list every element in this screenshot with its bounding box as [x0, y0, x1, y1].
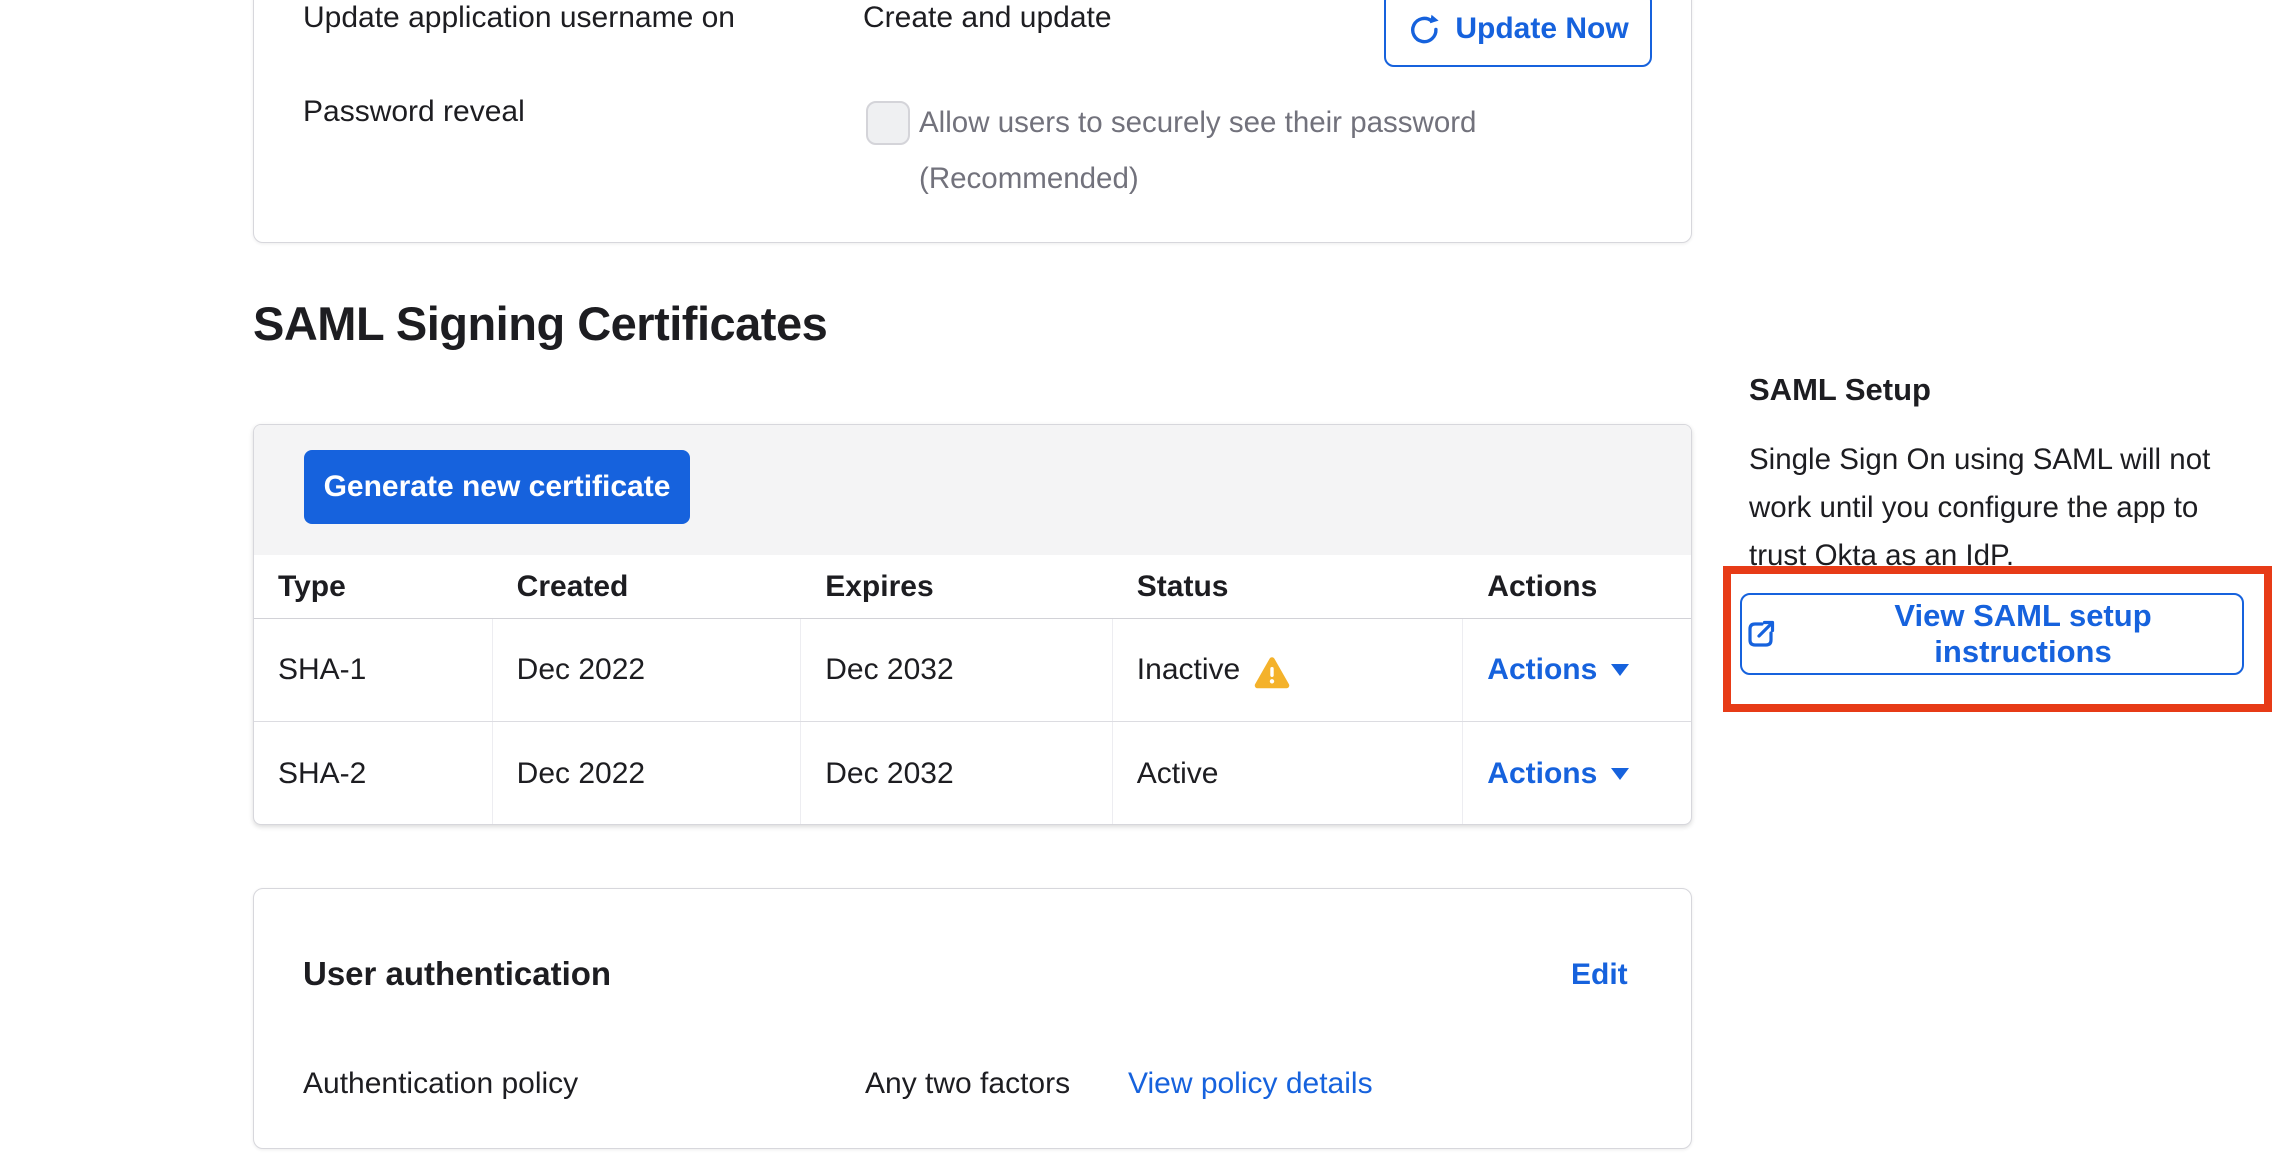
password-reveal-description-line2: (Recommended) [919, 151, 1476, 207]
user-authentication-card: User authentication Edit Authentication … [253, 888, 1692, 1149]
certificate-row-sha2: SHA-2 Dec 2022 Dec 2032 Active Actions [254, 722, 1691, 825]
chevron-down-icon [1611, 768, 1629, 780]
actions-dropdown-button[interactable]: Actions [1487, 757, 1629, 791]
cert-status-text: Active [1137, 757, 1219, 791]
column-header-created: Created [493, 555, 802, 618]
certificates-table-header: Type Created Expires Status Actions [254, 555, 1691, 619]
certificates-toolbar: Generate new certificate [254, 425, 1691, 555]
password-reveal-description-line1: Allow users to securely see their passwo… [919, 95, 1476, 151]
actions-dropdown-label: Actions [1487, 653, 1597, 687]
generate-certificate-button[interactable]: Generate new certificate [304, 450, 690, 524]
view-saml-setup-instructions-button[interactable]: View SAML setup instructions [1740, 593, 2244, 675]
authentication-policy-label: Authentication policy [303, 1067, 578, 1101]
refresh-icon [1407, 12, 1441, 46]
actions-dropdown-label: Actions [1487, 757, 1597, 791]
saml-certificates-card: Generate new certificate Type Created Ex… [253, 424, 1692, 825]
saml-setup-title: SAML Setup [1749, 372, 1931, 408]
password-reveal-label: Password reveal [303, 95, 525, 129]
password-reveal-checkbox[interactable] [866, 101, 910, 145]
cert-actions-cell: Actions [1463, 722, 1691, 825]
view-policy-details-link[interactable]: View policy details [1128, 1067, 1373, 1101]
chevron-down-icon [1611, 664, 1629, 676]
cert-expires-cell: Dec 2032 [801, 619, 1113, 721]
saml-setup-description: Single Sign On using SAML will not work … [1749, 436, 2210, 580]
cert-created-cell: Dec 2022 [493, 722, 802, 825]
column-header-actions: Actions [1463, 555, 1691, 618]
update-username-value: Create and update [863, 1, 1112, 35]
okta-app-settings-page: Update application username on Create an… [0, 0, 2279, 1158]
view-saml-setup-instructions-label: View SAML setup instructions [1804, 598, 2242, 670]
warning-icon [1254, 656, 1290, 689]
cert-status-text: Inactive [1137, 653, 1240, 687]
authentication-policy-value: Any two factors [865, 1067, 1070, 1101]
certificate-row-sha1: SHA-1 Dec 2022 Dec 2032 Inactive Actions [254, 619, 1691, 722]
password-reveal-description: Allow users to securely see their passwo… [919, 95, 1476, 207]
cert-status-cell: Active [1113, 722, 1464, 825]
saml-setup-description-line2: work until you configure the app to [1749, 484, 2210, 532]
sign-on-settings-card: Update application username on Create an… [253, 0, 1692, 243]
edit-link[interactable]: Edit [1571, 958, 1628, 992]
actions-dropdown-button[interactable]: Actions [1487, 653, 1629, 687]
user-authentication-title: User authentication [303, 955, 611, 993]
page-section-title: SAML Signing Certificates [253, 296, 827, 351]
cert-expires-cell: Dec 2032 [801, 722, 1113, 825]
saml-setup-description-line1: Single Sign On using SAML will not [1749, 436, 2210, 484]
external-link-icon [1742, 615, 1780, 653]
cert-created-cell: Dec 2022 [493, 619, 802, 721]
column-header-expires: Expires [801, 555, 1113, 618]
update-now-label: Update Now [1455, 12, 1628, 46]
column-header-type: Type [254, 555, 493, 618]
cert-actions-cell: Actions [1463, 619, 1691, 721]
update-username-label: Update application username on [303, 1, 735, 35]
column-header-status: Status [1113, 555, 1464, 618]
cert-status-cell: Inactive [1113, 619, 1464, 721]
update-now-button[interactable]: Update Now [1384, 0, 1652, 67]
cert-type-cell: SHA-1 [254, 619, 493, 721]
cert-type-cell: SHA-2 [254, 722, 493, 825]
